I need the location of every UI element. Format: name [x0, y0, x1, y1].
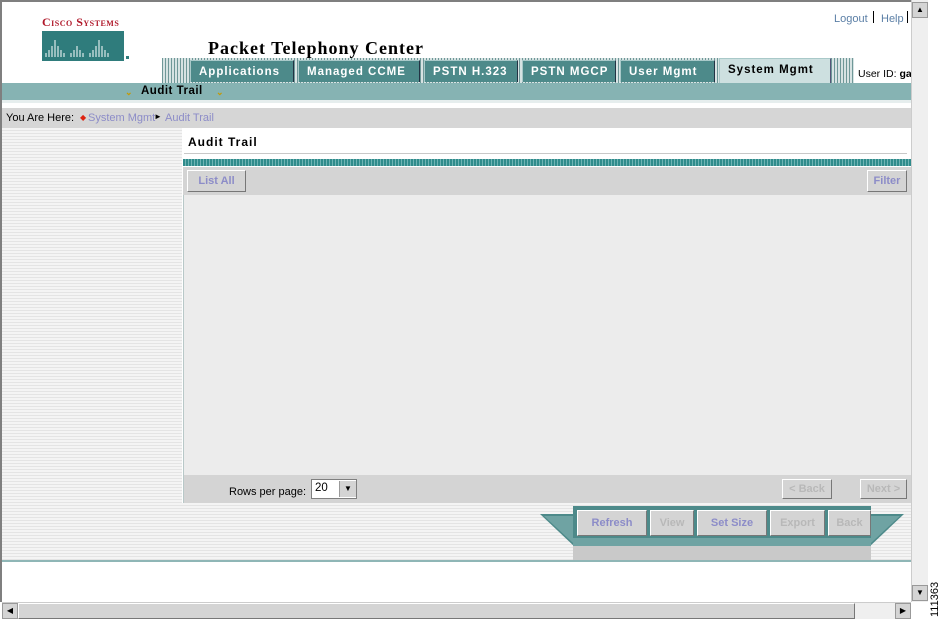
user-id: User ID: ga	[858, 68, 912, 80]
link-separator	[907, 11, 908, 23]
cisco-logo	[42, 31, 124, 61]
back-page-button[interactable]: < Back	[782, 479, 832, 499]
link-separator	[873, 11, 874, 23]
vertical-scrollbar[interactable]	[911, 0, 928, 602]
next-page-button[interactable]: Next >	[860, 479, 907, 499]
chevron-down-icon[interactable]: ▼	[339, 481, 356, 497]
action-bar-base	[573, 546, 871, 560]
divider	[2, 100, 911, 103]
action-bar-left-cap	[540, 514, 576, 548]
tab-managed-ccme[interactable]: Managed CCME	[298, 60, 420, 82]
diamond-icon: ◆	[80, 113, 87, 122]
table-toolbar	[183, 167, 911, 195]
view-button[interactable]: View	[650, 510, 694, 536]
refresh-button[interactable]: Refresh	[577, 510, 647, 536]
figure-id: 111363	[929, 567, 943, 617]
divider	[2, 560, 911, 562]
header-band	[183, 159, 911, 166]
app-title: Packet Telephony Center	[208, 38, 424, 58]
help-link[interactable]: Help	[881, 13, 904, 25]
logout-link[interactable]: Logout	[834, 13, 868, 25]
chevron-down-icon: ⌄	[125, 87, 133, 97]
subnav-audit-trail[interactable]: Audit Trail	[141, 85, 203, 97]
filter-button[interactable]: Filter	[867, 170, 907, 192]
user-id-label: User ID:	[858, 68, 897, 80]
page-title: Audit Trail	[188, 135, 258, 149]
scroll-right-icon[interactable]: ▶	[895, 603, 911, 619]
logo-dot	[126, 56, 129, 59]
list-all-button[interactable]: List All	[187, 170, 246, 192]
tab-pstn-h323[interactable]: PSTN H.323	[424, 60, 518, 82]
breadcrumb-item-system-mgmt[interactable]: System Mgmt	[88, 112, 155, 124]
chevron-down-icon: ⌄	[216, 87, 224, 97]
tab-system-mgmt[interactable]: System Mgmt	[719, 58, 831, 83]
left-panel	[2, 128, 182, 503]
rows-per-page-label: Rows per page:	[229, 486, 307, 498]
user-id-value: ga	[899, 68, 912, 80]
logo-text: Cisco Systems	[42, 15, 120, 29]
scroll-left-icon[interactable]: ◀	[2, 603, 18, 619]
figure-id-text: 111363	[929, 581, 941, 617]
scroll-up-icon[interactable]: ▲	[912, 2, 928, 18]
arrow-right-icon: ►	[154, 112, 162, 121]
action-bar-right-cap	[868, 514, 904, 548]
sub-navigation-bar	[2, 83, 911, 100]
export-button[interactable]: Export	[770, 510, 825, 536]
action-bar-strip	[573, 538, 871, 546]
tab-applications[interactable]: Applications	[190, 60, 294, 82]
tab-pstn-mgcp[interactable]: PSTN MGCP	[522, 60, 616, 82]
rows-per-page-value: 20	[315, 482, 328, 494]
audit-table	[183, 195, 911, 475]
set-size-button[interactable]: Set Size	[697, 510, 767, 536]
back-button[interactable]: Back	[828, 510, 871, 536]
breadcrumb-item-audit-trail[interactable]: Audit Trail	[165, 112, 214, 124]
tab-user-mgmt[interactable]: User Mgmt	[620, 60, 715, 82]
divider	[184, 153, 907, 154]
horizontal-scroll-thumb[interactable]	[18, 603, 855, 619]
breadcrumb-label: You Are Here:	[6, 112, 75, 124]
scroll-down-icon[interactable]: ▼	[912, 585, 928, 601]
